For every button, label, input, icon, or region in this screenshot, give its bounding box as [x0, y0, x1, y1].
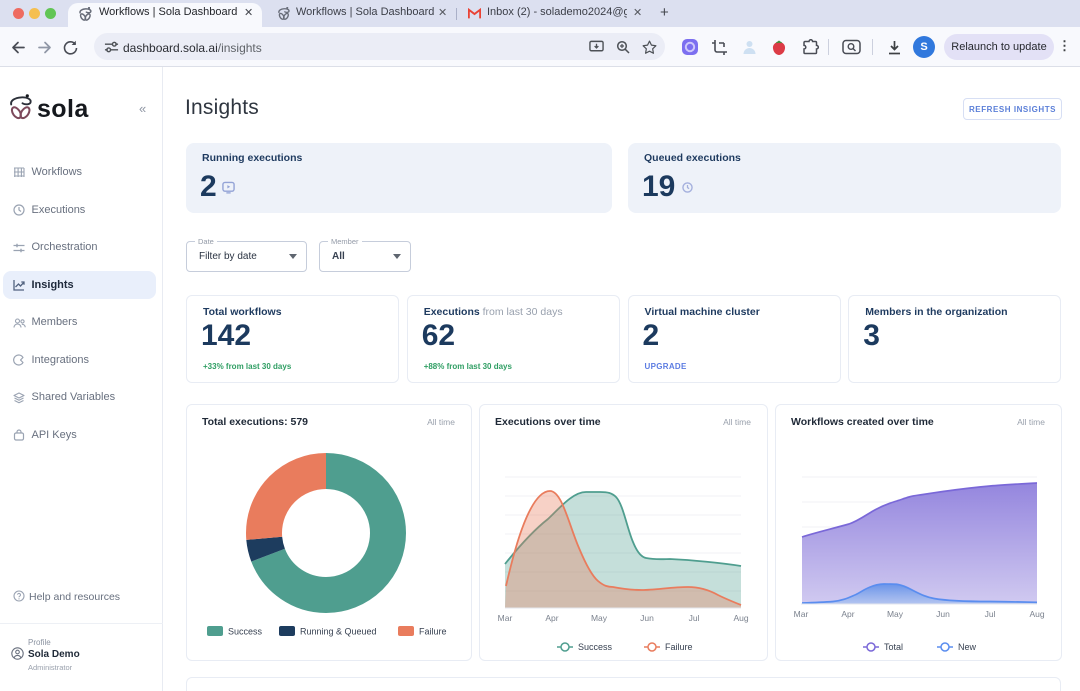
- svg-text:Failure: Failure: [419, 627, 447, 637]
- svg-text:Mar: Mar: [794, 609, 809, 619]
- svg-text:Jul: Jul: [985, 609, 996, 619]
- svg-text:Failure: Failure: [665, 642, 693, 652]
- svg-text:New: New: [958, 642, 977, 652]
- svg-text:Success: Success: [578, 642, 613, 652]
- svg-text:May: May: [887, 609, 904, 619]
- svg-text:Jul: Jul: [689, 613, 700, 623]
- svg-text:Jun: Jun: [640, 613, 654, 623]
- svg-text:Apr: Apr: [841, 609, 854, 619]
- svg-text:Jun: Jun: [936, 609, 950, 619]
- svg-text:Success: Success: [228, 627, 263, 637]
- svg-text:Aug: Aug: [733, 613, 748, 623]
- svg-text:Apr: Apr: [545, 613, 558, 623]
- svg-text:Mar: Mar: [498, 613, 513, 623]
- svg-text:May: May: [591, 613, 608, 623]
- svg-text:Running & Queued: Running & Queued: [300, 627, 377, 637]
- svg-text:Aug: Aug: [1029, 609, 1044, 619]
- svg-text:Total: Total: [884, 642, 903, 652]
